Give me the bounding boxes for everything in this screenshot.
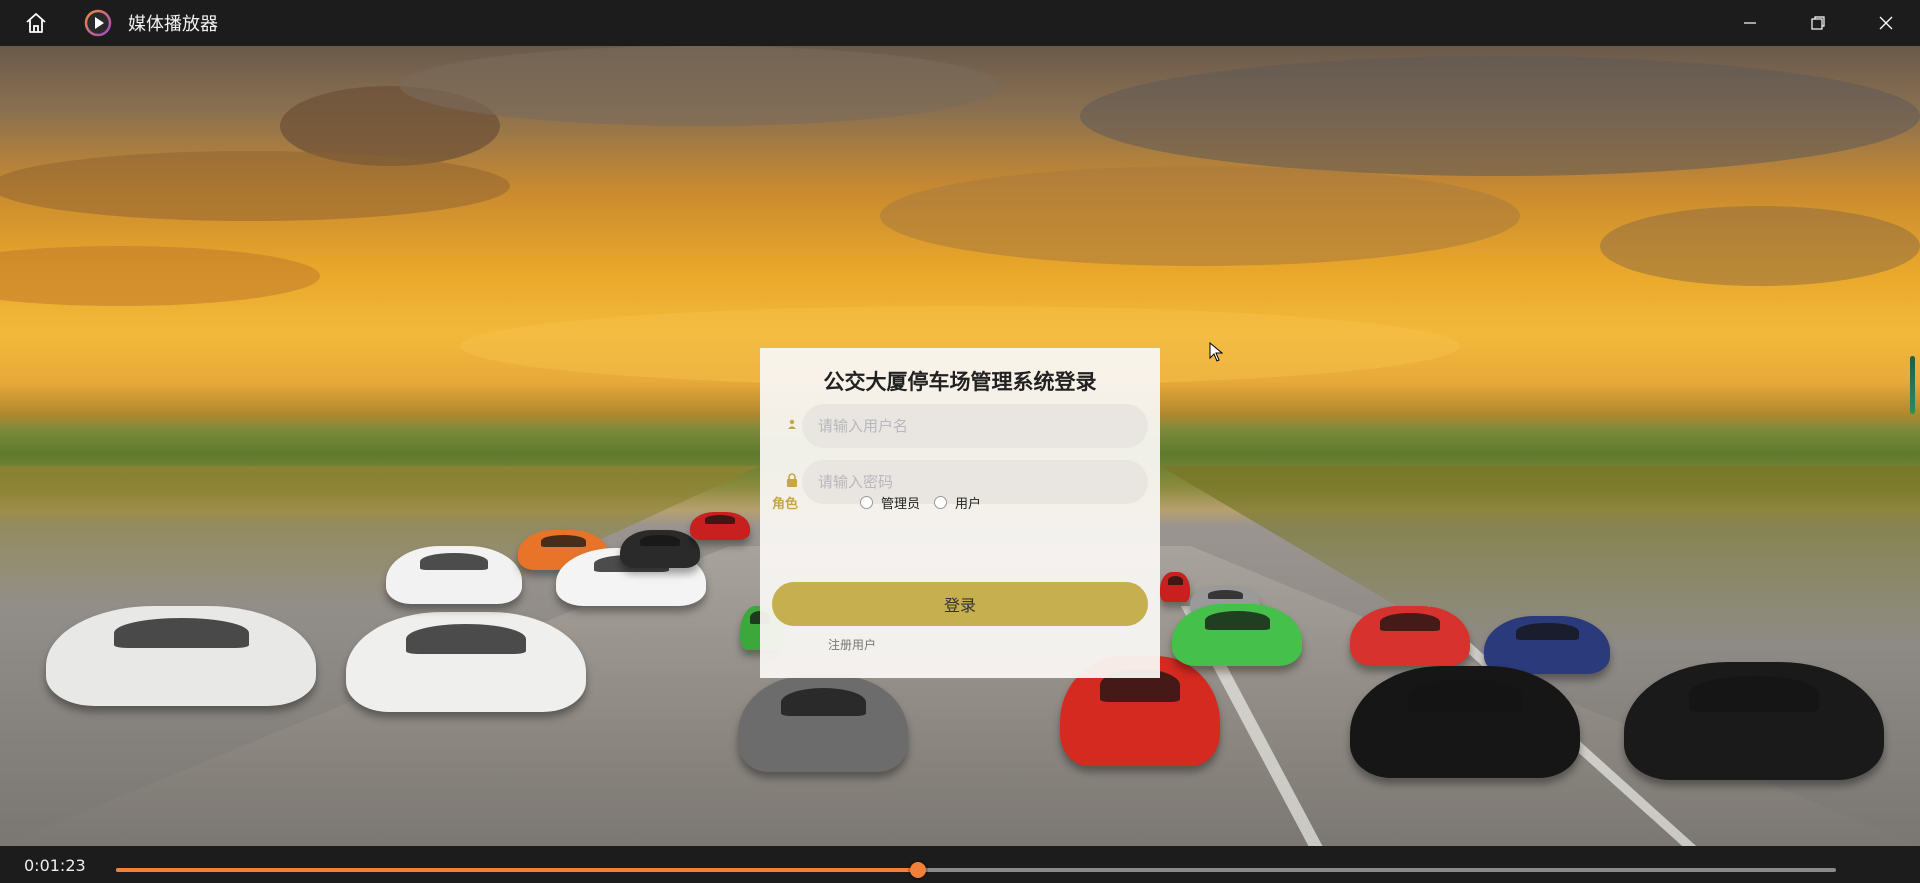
register-link[interactable]: 注册用户 [828,636,876,653]
username-input[interactable] [802,404,1148,448]
car-green [1172,604,1302,666]
title-bar: 媒体播放器 [0,0,1920,46]
username-field [772,404,1148,448]
minimize-icon [1744,22,1756,24]
home-icon [26,13,46,33]
radio-admin[interactable] [860,495,873,509]
login-title: 公交大厦停车场管理系统登录 [823,370,1097,394]
user-icon [784,416,800,432]
role-option-admin[interactable]: 管理员 [860,493,920,512]
mouse-cursor-icon [1209,342,1223,362]
window-controls [1716,0,1920,46]
current-time: 0:01:23 [24,856,86,875]
seek-thumb[interactable] [909,862,926,878]
car-black [1624,662,1884,780]
lock-icon [784,472,800,488]
car-red [690,512,750,540]
minimize-button[interactable] [1716,0,1784,46]
seek-track[interactable] [116,862,1836,878]
role-option-label: 用户 [955,496,982,512]
car-silver [738,676,908,772]
car-red [1350,606,1470,666]
car-red [1160,572,1190,602]
login-button[interactable]: 登录 [772,582,1148,626]
side-indicator [1910,356,1915,414]
car-white [346,612,586,712]
restore-button[interactable] [1784,0,1852,46]
home-button[interactable] [12,0,60,46]
car-black [620,530,700,568]
app-logo [84,9,112,37]
play-circle-icon [84,9,112,37]
sunset-clouds [0,46,1920,386]
restore-icon [1811,16,1825,30]
car-white [386,546,522,604]
role-label: 角色 [772,496,799,512]
login-panel: 公交大厦停车场管理系统登录 角色 管理员 用户 登录 注册用户 [760,348,1160,678]
close-icon [1879,16,1893,30]
car-white-left [46,606,316,706]
role-option-label: 管理员 [881,496,921,512]
playback-bar: 0:01:23 [0,846,1920,883]
close-button[interactable] [1852,0,1920,46]
role-selector: 角色 管理员 用户 [772,490,1148,514]
radio-user[interactable] [934,495,948,509]
window-title: 媒体播放器 [128,14,218,35]
car-black [1350,666,1580,778]
car-blue [1484,616,1610,674]
role-option-user[interactable]: 用户 [934,493,981,512]
seek-progress [116,868,918,872]
